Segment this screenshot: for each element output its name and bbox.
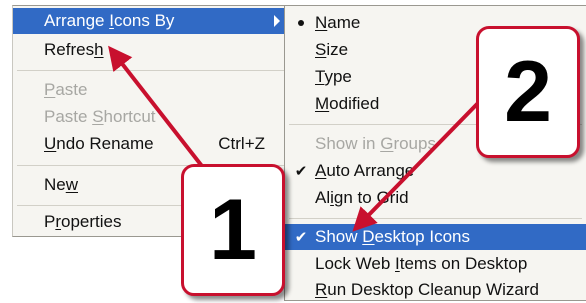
step-1-badge: 1 [181,164,285,296]
menu-separator [289,218,582,219]
menu-item-label: Lock Web Items on Desktop [315,254,528,273]
menu-separator [17,70,285,71]
menu-item-label: Modified [315,94,380,113]
submenu-item-auto-arrange[interactable]: ✔ Auto Arrange [285,158,586,184]
check-icon: ✔ [294,229,308,246]
menu-item-label: Size [315,40,349,59]
menu-item-label: Undo Rename [44,134,154,153]
submenu-item-show-desktop-icons[interactable]: ✔ Show Desktop Icons [285,224,586,250]
check-icon: ✔ [294,163,308,180]
menu-item-refresh[interactable]: Refresh [13,37,289,63]
menu-item-label: Properties [44,212,122,231]
menu-item-label: Auto Arrange [315,161,415,180]
submenu-arrow-icon [274,15,280,27]
radio-bullet-icon [298,20,304,26]
menu-item-arrange-icons-by[interactable]: Arrange Icons By [13,8,289,34]
menu-item-label: Align to Grid [315,188,409,207]
menu-item-label: Run Desktop Cleanup Wizard [315,280,539,299]
menu-item-label: Show Desktop Icons [315,227,470,246]
submenu-item-lock-web-items[interactable]: Lock Web Items on Desktop [285,251,586,277]
menu-item-label: Refresh [44,40,104,59]
menu-item-label: Paste Shortcut [44,107,156,126]
shortcut-label: Ctrl+Z [218,134,265,153]
menu-item-label: Paste [44,80,88,99]
menu-item-label: Show in Groups [315,134,436,153]
menu-item-label: Arrange Icons By [44,11,175,30]
menu-item-label: Name [315,13,361,32]
submenu-item-align-to-grid[interactable]: Align to Grid [285,185,586,211]
submenu-item-run-cleanup-wizard[interactable]: Run Desktop Cleanup Wizard [285,277,586,303]
menu-item-label: Type [315,67,352,86]
menu-item-label: New [44,175,79,194]
step-2-badge: 2 [476,26,580,158]
menu-item-paste-shortcut: Paste Shortcut [13,104,289,130]
menu-item-undo-rename[interactable]: Undo Rename Ctrl+Z [13,131,289,157]
menu-item-paste: Paste [13,77,289,103]
